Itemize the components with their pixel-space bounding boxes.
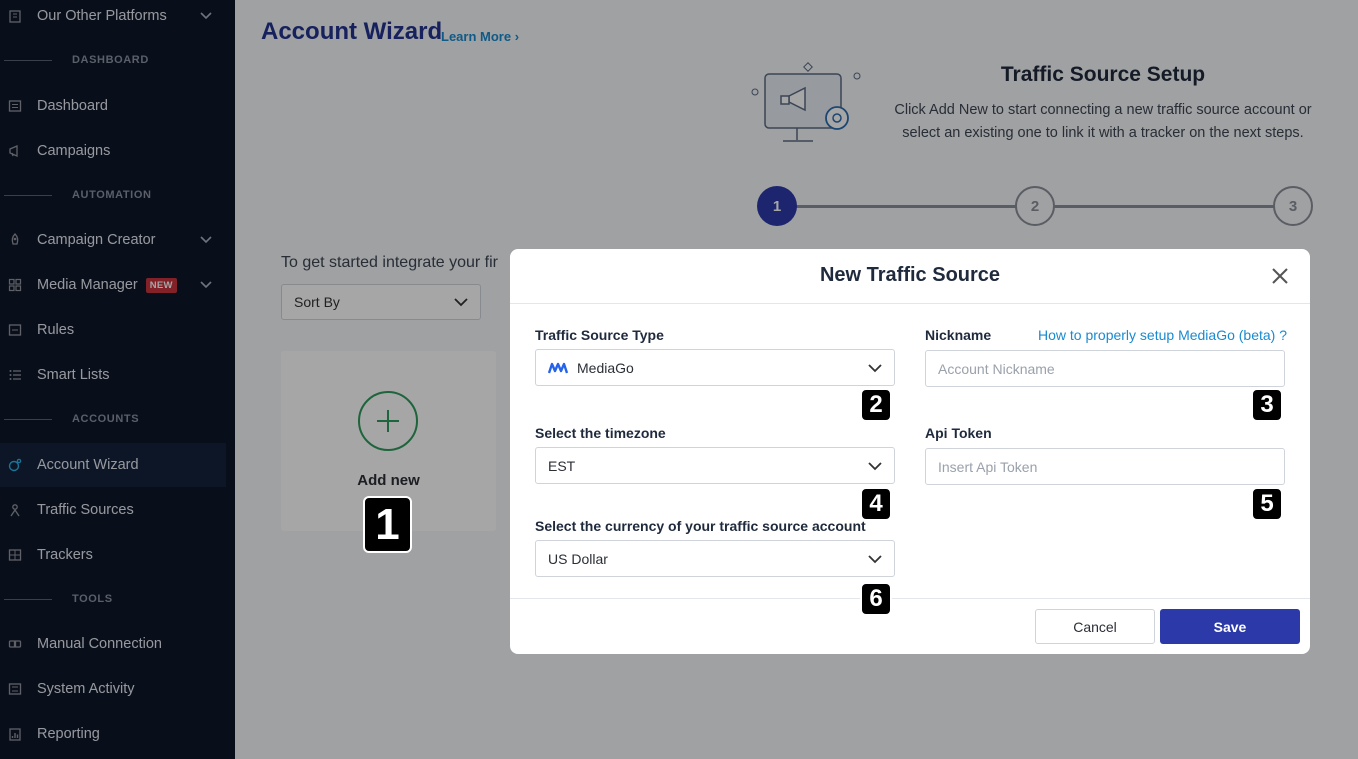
api-token-placeholder: Insert Api Token	[938, 458, 1038, 475]
api-token-input[interactable]: Insert Api Token	[925, 448, 1285, 485]
traffic-source-type-select[interactable]: MediaGo	[535, 349, 895, 386]
timezone-label: Select the timezone	[535, 425, 666, 441]
divider	[510, 598, 1310, 599]
annotation-marker-3: 3	[1251, 388, 1283, 422]
nickname-label: Nickname	[925, 327, 992, 343]
chevron-down-icon	[868, 364, 882, 373]
timezone-value: EST	[548, 457, 576, 474]
setup-help-link[interactable]: How to properly setup MediaGo (beta) ?	[1038, 327, 1287, 343]
modal-title: New Traffic Source	[819, 264, 1001, 286]
nickname-input[interactable]: Account Nickname	[925, 350, 1285, 387]
annotation-marker-6: 6	[860, 582, 892, 616]
new-traffic-source-modal: New Traffic Source Traffic Source Type M…	[510, 249, 1310, 654]
cancel-button[interactable]: Cancel	[1035, 609, 1155, 644]
timezone-select[interactable]: EST	[535, 447, 895, 484]
divider	[510, 303, 1310, 304]
chevron-down-icon	[868, 555, 882, 564]
chevron-down-icon	[868, 462, 882, 471]
annotation-marker-4: 4	[860, 487, 892, 521]
currency-label: Select the currency of your traffic sour…	[535, 518, 866, 534]
traffic-source-type-label: Traffic Source Type	[535, 327, 664, 343]
annotation-marker-2: 2	[860, 388, 892, 422]
currency-select[interactable]: US Dollar	[535, 540, 895, 577]
mediago-logo-icon	[548, 362, 568, 373]
traffic-source-type-value: MediaGo	[577, 359, 634, 376]
currency-value: US Dollar	[548, 550, 608, 567]
close-icon[interactable]	[1270, 266, 1290, 286]
save-button[interactable]: Save	[1160, 609, 1300, 644]
nickname-placeholder: Account Nickname	[938, 360, 1055, 377]
annotation-marker-1: 1	[363, 496, 412, 553]
annotation-marker-5: 5	[1251, 487, 1283, 521]
api-token-label: Api Token	[925, 425, 992, 441]
